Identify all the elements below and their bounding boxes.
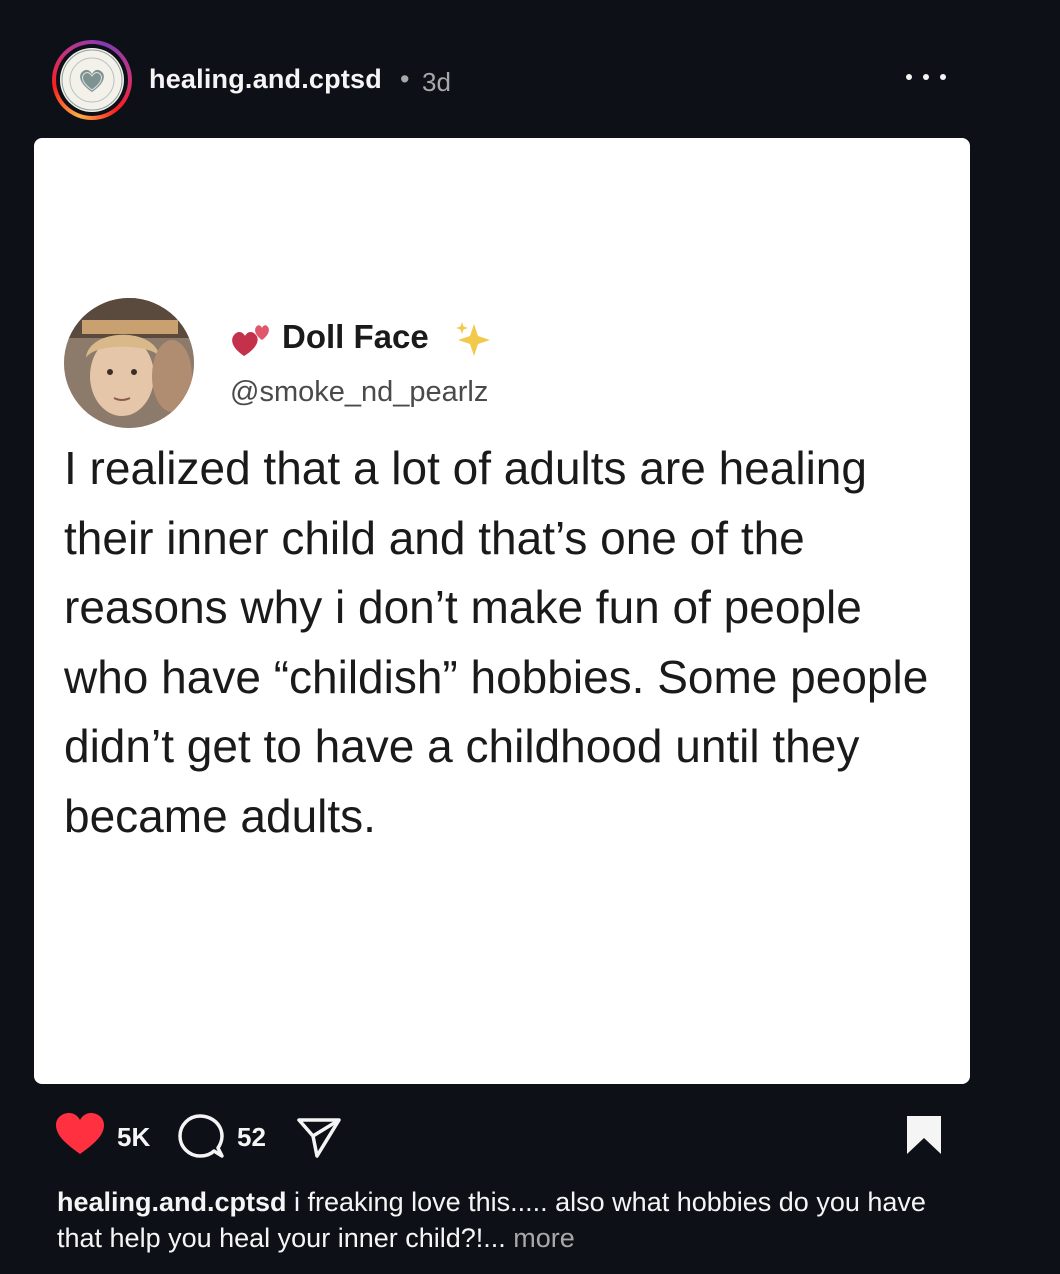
separator-dot: • [400, 64, 410, 94]
bookmark-icon[interactable] [905, 1114, 943, 1156]
more-dot-icon [940, 74, 946, 80]
profile-avatar[interactable] [52, 40, 132, 120]
more-options-button[interactable] [906, 62, 946, 92]
tweet-display-name: Doll Face [282, 318, 429, 355]
heart-logo-icon [61, 49, 123, 111]
caption-username[interactable]: healing.and.cptsd [57, 1187, 287, 1217]
comment-count[interactable]: 52 [237, 1122, 266, 1153]
sparkles-icon [456, 322, 490, 356]
tweet-handle: @smoke_nd_pearlz [230, 376, 489, 408]
avatar-logo [60, 48, 124, 112]
comment-icon[interactable] [178, 1114, 224, 1160]
two-hearts-icon [232, 325, 269, 356]
more-dot-icon [923, 74, 929, 80]
post-image[interactable]: Doll Face @smoke_nd_pearlz I realized th… [34, 138, 970, 1084]
like-heart-icon[interactable] [55, 1112, 105, 1156]
tweet-avatar [64, 298, 194, 428]
post-username[interactable]: healing.and.cptsd [149, 64, 382, 95]
avatar-photo-icon [64, 298, 194, 428]
more-dot-icon [906, 74, 912, 80]
tweet-body: I realized that a lot of adults are heal… [64, 442, 929, 842]
caption-more-link[interactable]: more [506, 1223, 575, 1253]
like-count[interactable]: 5K [117, 1122, 150, 1153]
action-bar: 5K 52 [55, 1110, 955, 1160]
post-header: healing.and.cptsd • 3d [52, 40, 952, 120]
instagram-post: healing.and.cptsd • 3d Doll Face @smoke_… [0, 0, 1060, 1274]
post-time: 3d [422, 67, 451, 97]
post-caption: healing.and.cptsd i freaking love this..… [57, 1184, 957, 1256]
share-send-icon[interactable] [295, 1116, 343, 1160]
